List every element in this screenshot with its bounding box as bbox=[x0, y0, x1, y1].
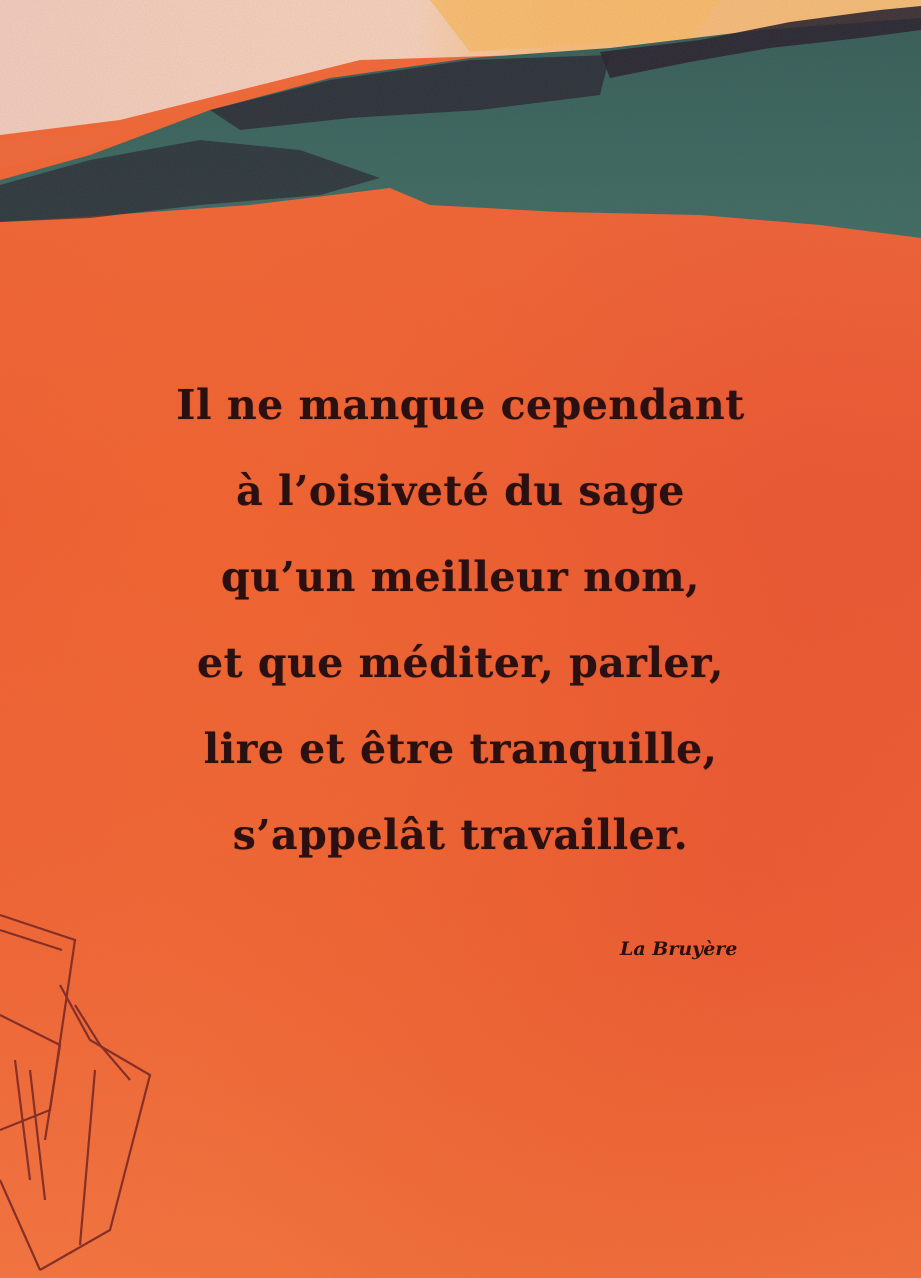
quote-line: s’appelât travailler. bbox=[232, 811, 689, 859]
poster-page: Il ne manque cependant à l’oisiveté du s… bbox=[0, 0, 921, 1278]
quote-line: Il ne manque cependant bbox=[176, 381, 745, 429]
quote-line: à l’oisiveté du sage bbox=[236, 467, 685, 515]
quote-author: La Bruyère bbox=[620, 938, 738, 960]
quote-line: lire et être tranquille, bbox=[203, 725, 718, 773]
quote-line: et que méditer, parler, bbox=[197, 639, 724, 687]
quote-line: qu’un meilleur nom, bbox=[221, 553, 700, 601]
quote-text: Il ne manque cependant à l’oisiveté du s… bbox=[0, 362, 921, 878]
